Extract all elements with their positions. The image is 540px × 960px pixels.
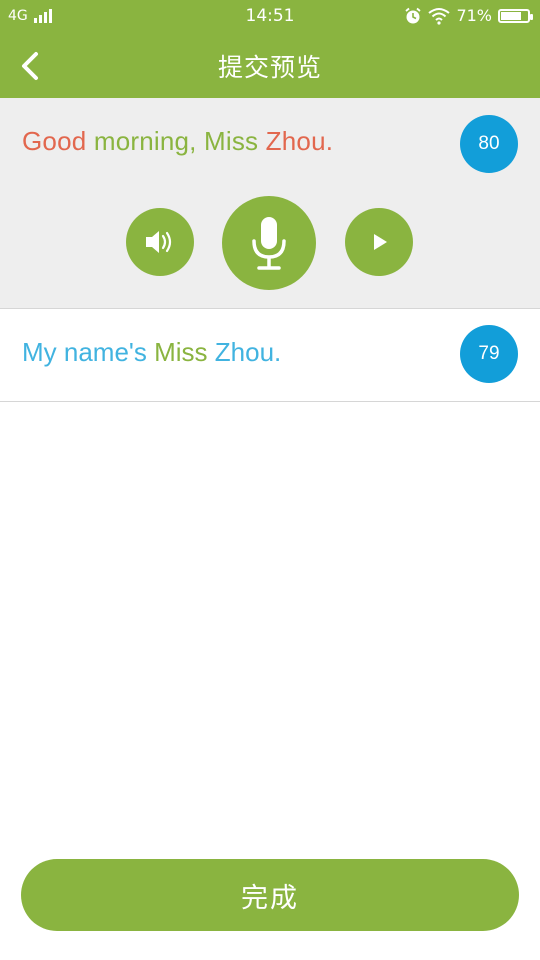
score-badge: 80	[460, 115, 518, 173]
record-button[interactable]	[222, 196, 316, 290]
alarm-icon	[405, 7, 422, 23]
nav-bar: 提交预览	[0, 36, 540, 98]
play-recording-button[interactable]	[345, 208, 413, 276]
page-title: 提交预览	[217, 53, 322, 82]
play-icon	[374, 234, 387, 250]
sentence-word: My name's	[22, 337, 155, 367]
sentence-word: Zhou.	[265, 126, 334, 156]
listen-original-button[interactable]	[126, 208, 194, 276]
score-badge: 79	[460, 325, 518, 383]
battery-icon	[498, 8, 533, 23]
sentence-word: Good	[22, 126, 87, 156]
sentence-word: morning, Miss	[86, 126, 266, 156]
sentence-word: Zhou.	[207, 337, 282, 367]
microphone-icon	[252, 217, 286, 270]
status-icons: 71%	[404, 6, 533, 25]
sentence-card-active[interactable]: Good morning, Miss Zhou. 80	[0, 98, 540, 309]
sentence-card[interactable]: My name's Miss Zhou. 79	[0, 309, 540, 402]
speaker-icon	[146, 231, 172, 253]
top-bar: 4G 14:51 71% 提交预览	[0, 0, 540, 98]
wifi-icon	[428, 7, 451, 25]
sentence-text: My name's Miss Zhou.	[22, 337, 281, 368]
sentence-text: Good morning, Miss Zhou.	[22, 126, 333, 157]
done-button[interactable]: 完成	[21, 859, 519, 931]
sentence-word: Miss	[154, 337, 208, 367]
status-bar: 4G 14:51 71%	[0, 0, 540, 36]
battery-percent: 71%	[456, 6, 492, 25]
